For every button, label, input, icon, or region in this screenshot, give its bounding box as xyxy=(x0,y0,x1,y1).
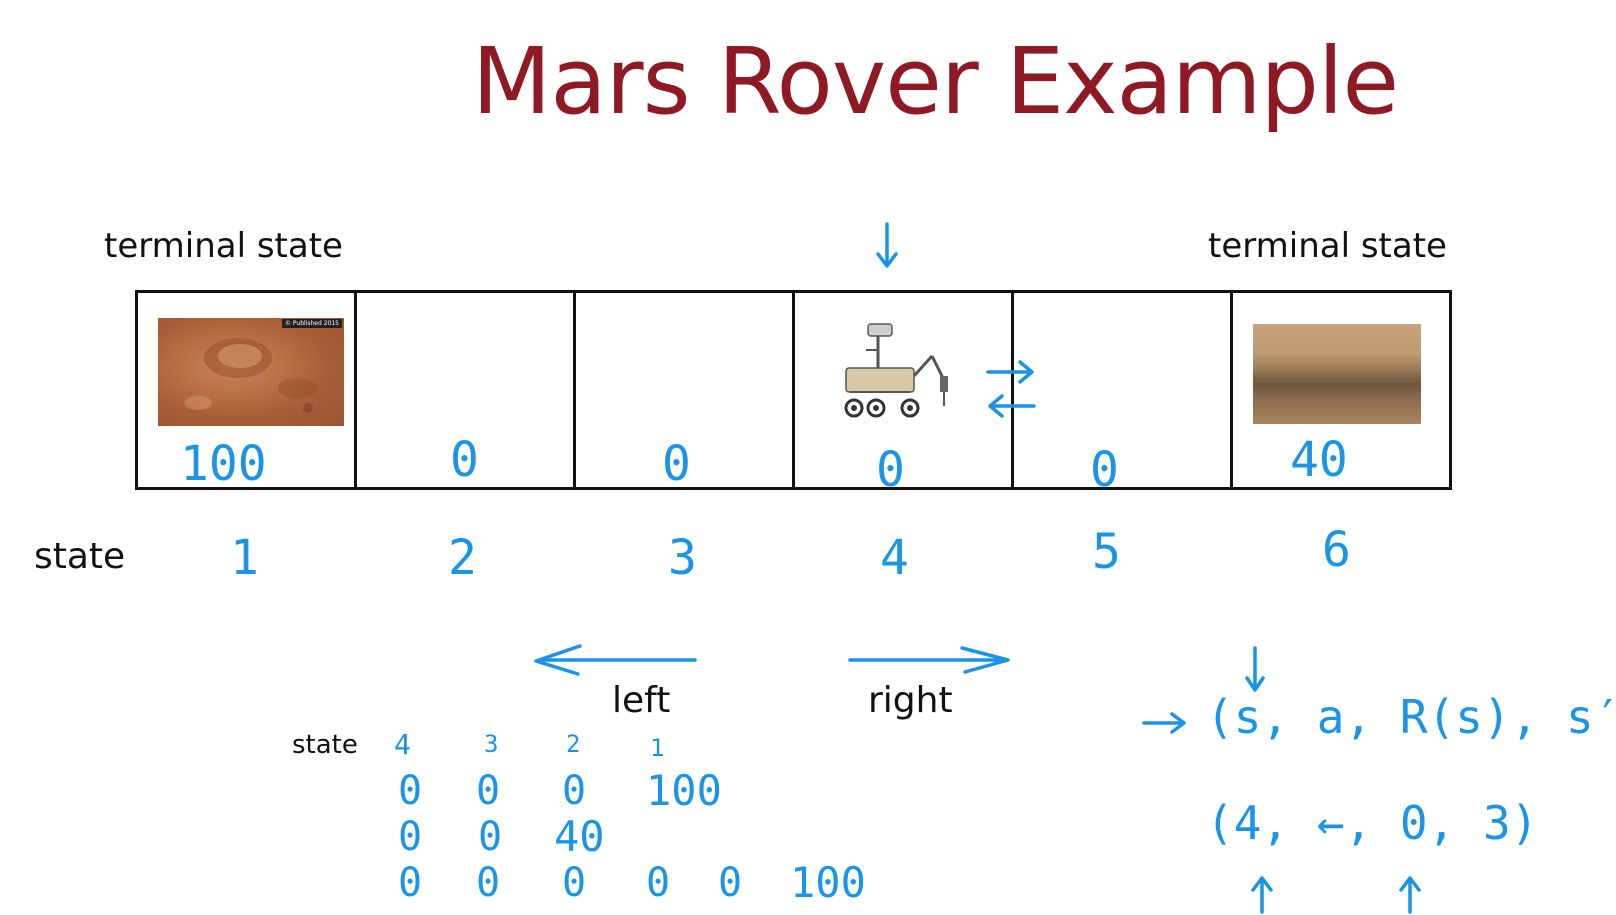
up-arrow-icon-2 xyxy=(1399,876,1421,914)
table-cell: 100 xyxy=(790,858,866,907)
table-cell: 0 xyxy=(562,860,587,906)
table-cell: 0 xyxy=(478,814,503,860)
table-header-cell: 1 xyxy=(650,734,665,762)
down-arrow-icon xyxy=(876,222,898,268)
tuple-down-arrow-icon xyxy=(1245,646,1265,692)
table-cell: 0 xyxy=(476,860,501,906)
right-arrow-icon xyxy=(848,646,1010,674)
table-cell: 0 xyxy=(646,860,671,906)
transition-tuple-example: (4, ←, 0, 3) xyxy=(1206,796,1539,850)
table-header-cell: 3 xyxy=(484,730,499,758)
table-header-cell: 4 xyxy=(394,728,411,761)
table-cell: 0 xyxy=(398,814,423,860)
table-cell: 0 xyxy=(398,768,423,814)
swap-arrows-icon xyxy=(986,360,1036,418)
table-cell: 0 xyxy=(476,768,501,814)
table-cell: 40 xyxy=(554,812,605,861)
left-arrow-icon xyxy=(534,644,697,676)
table-cell: 0 xyxy=(718,860,743,906)
table-state-label: state xyxy=(292,730,358,760)
table-cell: 0 xyxy=(398,860,423,906)
pointer-arrow-icon xyxy=(1142,712,1186,734)
up-arrow-icon-1 xyxy=(1251,876,1273,914)
transition-tuple-general: (s, a, R(s), s′) xyxy=(1206,690,1616,744)
table-cell: 100 xyxy=(646,766,722,815)
table-header-cell: 2 xyxy=(566,730,581,758)
annotation-layer xyxy=(534,222,1421,914)
table-cell: 0 xyxy=(562,768,587,814)
